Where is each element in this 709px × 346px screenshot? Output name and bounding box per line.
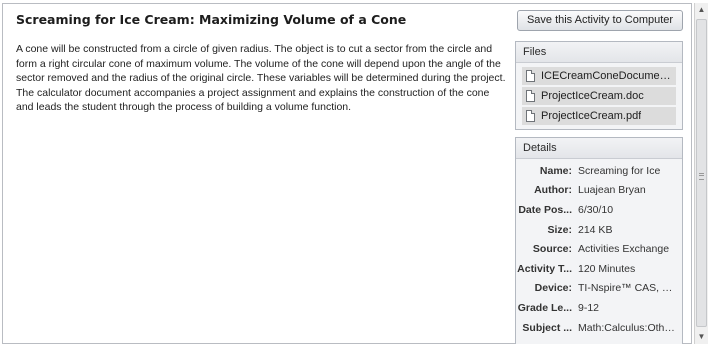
scroll-up-icon[interactable]: ▲: [695, 3, 708, 17]
detail-label: Name:: [539, 164, 572, 177]
activity-title: Screaming for Ice Cream: Maximizing Volu…: [16, 12, 407, 27]
save-activity-button[interactable]: Save this Activity to Computer: [517, 10, 683, 31]
scroll-down-icon[interactable]: ▼: [695, 330, 708, 344]
detail-label: Source:: [532, 243, 572, 256]
detail-row-device: Device: TI-Nspire™ CAS, TI-...: [516, 279, 682, 299]
file-item[interactable]: ProjectIceCream.doc: [522, 87, 676, 105]
detail-label: Subject ...: [522, 321, 572, 334]
files-panel: Files ICECreamConeDocument.t... ProjectI…: [515, 41, 683, 130]
detail-label: Grade Le...: [517, 301, 572, 314]
file-name: ICECreamConeDocument.t...: [541, 70, 676, 82]
detail-value: TI-Nspire™ CAS, TI-...: [578, 282, 682, 295]
detail-value: Screaming for Ice: [578, 164, 661, 177]
detail-value: Activities Exchange: [578, 243, 670, 256]
file-name: ProjectIceCream.pdf: [541, 110, 642, 122]
detail-row-grade-level: Grade Le... 9-12: [516, 298, 682, 318]
scroll-thumb[interactable]: [696, 19, 707, 327]
file-item[interactable]: ProjectIceCream.pdf: [522, 107, 676, 125]
detail-value: Luajean Bryan: [578, 184, 646, 197]
detail-label: Device:: [534, 282, 572, 295]
detail-row-name: Name: Screaming for Ice: [516, 161, 682, 181]
detail-label: Activity T...: [517, 262, 572, 275]
document-icon: [526, 110, 535, 122]
detail-value: 6/30/10: [578, 203, 614, 216]
detail-value: Math:Calculus:Other...: [578, 321, 682, 334]
detail-row-author: Author: Luajean Bryan: [516, 181, 682, 201]
detail-value: 9-12: [578, 301, 600, 314]
detail-value: 120 Minutes: [578, 262, 636, 275]
detail-row-date-posted: Date Pos... 6/30/10: [516, 200, 682, 220]
details-panel: Details Name: Screaming for Ice Author: …: [515, 137, 683, 344]
detail-label: Date Pos...: [518, 203, 572, 216]
grip-icon: [699, 173, 704, 180]
file-item[interactable]: ICECreamConeDocument.t...: [522, 67, 676, 85]
file-name: ProjectIceCream.doc: [541, 90, 644, 102]
detail-row-activity-time: Activity T... 120 Minutes: [516, 259, 682, 279]
document-icon: [526, 70, 535, 82]
detail-row-source: Source: Activities Exchange: [516, 239, 682, 259]
vertical-scrollbar[interactable]: ▲ ▼: [694, 3, 708, 344]
detail-row-subject: Subject ... Math:Calculus:Other...: [516, 318, 682, 338]
detail-label: Author:: [534, 184, 572, 197]
activity-description: A cone will be constructed from a circle…: [16, 43, 506, 113]
document-icon: [526, 90, 535, 102]
files-header: Files: [516, 42, 682, 63]
detail-label: Size:: [547, 223, 572, 236]
detail-row-size: Size: 214 KB: [516, 220, 682, 240]
details-header: Details: [516, 138, 682, 159]
detail-value: 214 KB: [578, 223, 613, 236]
